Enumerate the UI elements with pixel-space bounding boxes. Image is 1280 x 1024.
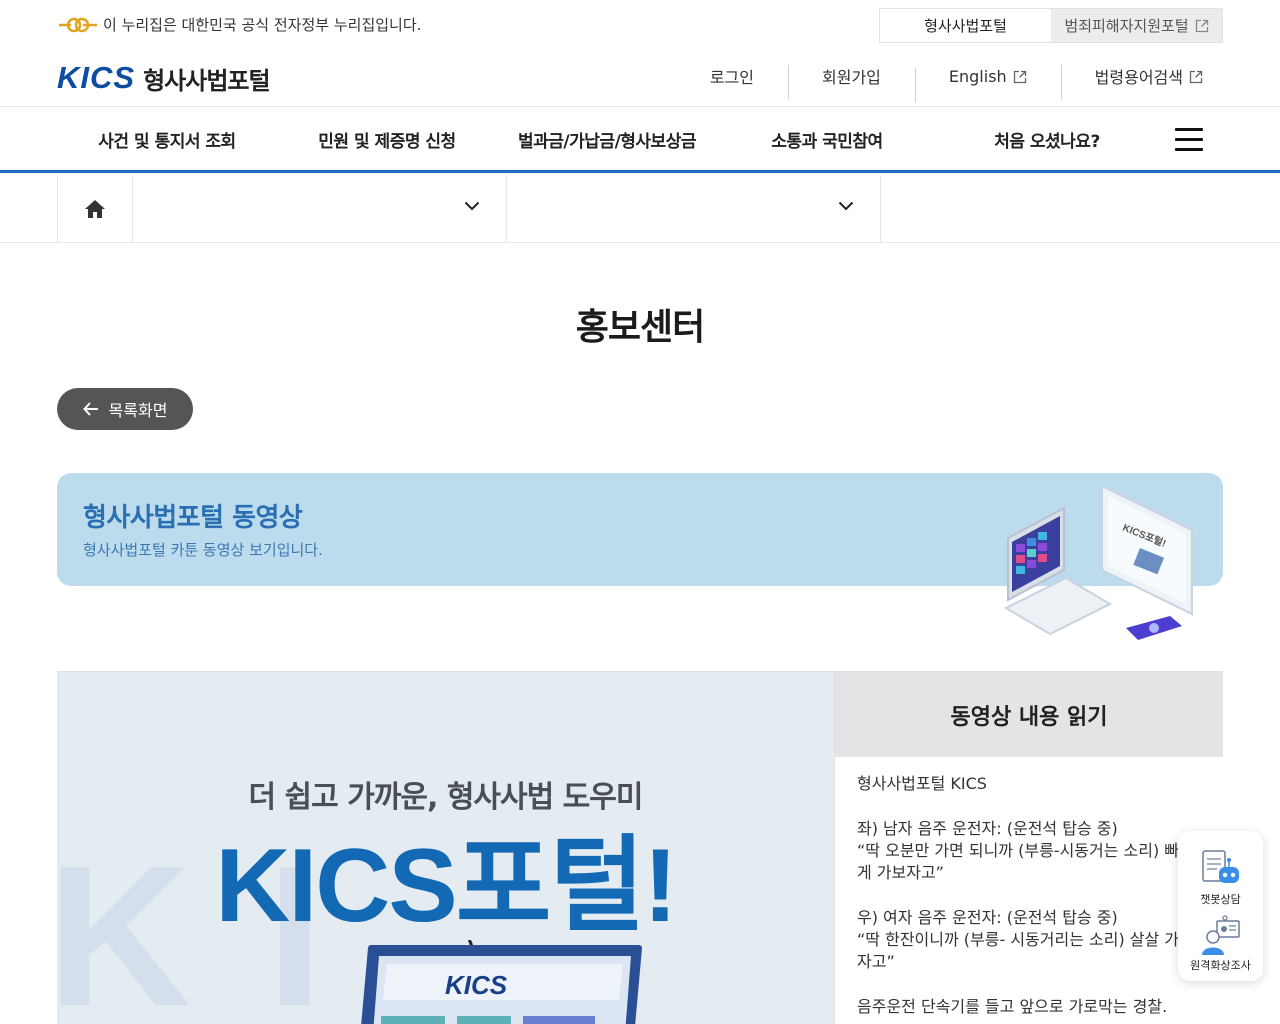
transcript-paragraph: 좌) 남자 음주 운전자: (운전석 탑승 중) “딱 오분만 가면 되니까 (… — [857, 819, 1180, 882]
video-call-icon — [1201, 915, 1240, 955]
external-link-icon — [1189, 69, 1203, 84]
util-label: 로그인 — [709, 68, 754, 87]
logo-text: 형사사법포털 — [143, 66, 270, 95]
home-button[interactable] — [57, 175, 133, 242]
external-link-icon — [1195, 19, 1209, 33]
utility-nav: 로그인 회원가입 English 법령용어검색 — [676, 58, 1223, 102]
transcript-heading: 동영상 내용 읽기 — [835, 672, 1223, 757]
quick-menu: 챗봇상담 원격화상조사 — [1178, 831, 1263, 981]
nav-item-case-inquiry[interactable]: 사건 및 통지서 조회 — [57, 108, 277, 170]
portal-tab-kics[interactable]: 형사사법포털 — [880, 9, 1051, 42]
remote-video-inquiry-button[interactable]: 원격화상조사 — [1178, 915, 1263, 973]
gov-banner: 이 누리집은 대한민국 공식 전자정부 누리집입니다. 형사사법포털 범죄피해자… — [0, 0, 1280, 50]
english-link[interactable]: English — [914, 66, 1061, 102]
nav-item-civil-petition[interactable]: 민원 및 제증명 신청 — [277, 108, 497, 170]
util-label: 법령용어검색 — [1094, 68, 1183, 87]
util-label: 회원가입 — [822, 68, 881, 87]
chatbot-button[interactable]: 챗봇상담 — [1178, 849, 1263, 907]
breadcrumb — [0, 175, 1280, 243]
external-link-icon — [1013, 69, 1027, 84]
chatbot-icon — [1201, 850, 1239, 883]
arrow-left-icon — [82, 402, 98, 416]
gov-notice: 이 누리집은 대한민국 공식 전자정부 누리집입니다. — [57, 14, 421, 35]
transcript-body: 형사사법포털 KICS 좌) 남자 음주 운전자: (운전석 탑승 중) “딱 … — [835, 757, 1223, 1018]
breadcrumb-depth2-select[interactable] — [507, 175, 881, 242]
quick-menu-label: 원격화상조사 — [1190, 959, 1251, 972]
breadcrumb-depth1-select[interactable] — [133, 175, 507, 242]
back-button-label: 목록화면 — [108, 401, 168, 420]
legal-term-search-link[interactable]: 법령용어검색 — [1060, 64, 1223, 99]
banner-title: 형사사법포털 동영상 — [83, 503, 303, 533]
quick-menu-label: 챗봇상담 — [1200, 893, 1241, 906]
tablet-illustration-icon: KICS — [357, 939, 657, 1024]
signup-link[interactable]: 회원가입 — [788, 64, 915, 99]
video-transcript-panel: 동영상 내용 읽기 형사사법포털 KICS 좌) 남자 음주 운전자: (운전석… — [834, 672, 1223, 1024]
login-link[interactable]: 로그인 — [676, 64, 788, 88]
chevron-down-icon — [464, 201, 480, 211]
computer-illustration-icon: KICS포털! — [1000, 478, 1200, 653]
page-title: 홍보센터 — [575, 307, 705, 348]
back-to-list-button[interactable]: 목록화면 — [57, 388, 193, 430]
gov-emblem-icon — [57, 17, 99, 33]
main-nav: 사건 및 통지서 조회 민원 및 제증명 신청 벌과금/가납금/형사보상금 소통… — [0, 108, 1280, 173]
transcript-paragraph: 형사사법포털 KICS — [857, 774, 987, 793]
portal-tabs: 형사사법포털 범죄피해자지원포털 — [879, 8, 1223, 43]
site-header: KICS 형사사법포털 로그인 회원가입 English 법령용어검색 — [0, 50, 1280, 107]
video-content-area: K I 더 쉽고 가까운, 형사사법 도우미 KICS포털! KICS 동영상 … — [57, 671, 1223, 1024]
site-logo[interactable]: KICS 형사사법포털 — [57, 60, 271, 96]
nav-item-fines[interactable]: 벌과금/가납금/형사보상금 — [497, 108, 717, 170]
gov-notice-text: 이 누리집은 대한민국 공식 전자정부 누리집입니다. — [103, 16, 422, 34]
nav-item-first-visit[interactable]: 처음 오셨나요? — [937, 108, 1157, 170]
nav-item-participation[interactable]: 소통과 국민참여 — [717, 108, 937, 170]
home-icon — [85, 199, 105, 218]
portal-tab-label: 형사사법포털 — [924, 17, 1007, 35]
portal-tab-label: 범죄피해자지원포털 — [1064, 17, 1189, 35]
portal-tab-victim-support[interactable]: 범죄피해자지원포털 — [1051, 9, 1222, 42]
banner-description: 형사사법포털 카툰 동영상 보기입니다. — [83, 541, 323, 559]
chevron-down-icon — [838, 201, 854, 211]
video-headline: KICS포털! — [215, 828, 677, 944]
util-label: English — [948, 66, 1007, 86]
transcript-paragraph: 음주운전 단속기를 들고 앞으로 가로막는 경찰. — [857, 997, 1168, 1016]
tablet-logo: KICS — [445, 970, 508, 1000]
transcript-paragraph: 우) 여자 음주 운전자: (운전석 탑승 중) “딱 한잔이니까 (부릉- 시… — [857, 908, 1180, 971]
video-player[interactable]: K I 더 쉽고 가까운, 형사사법 도우미 KICS포털! KICS — [57, 672, 834, 1024]
menu-icon[interactable] — [1175, 128, 1203, 152]
logo-mark: KICS — [57, 60, 136, 95]
